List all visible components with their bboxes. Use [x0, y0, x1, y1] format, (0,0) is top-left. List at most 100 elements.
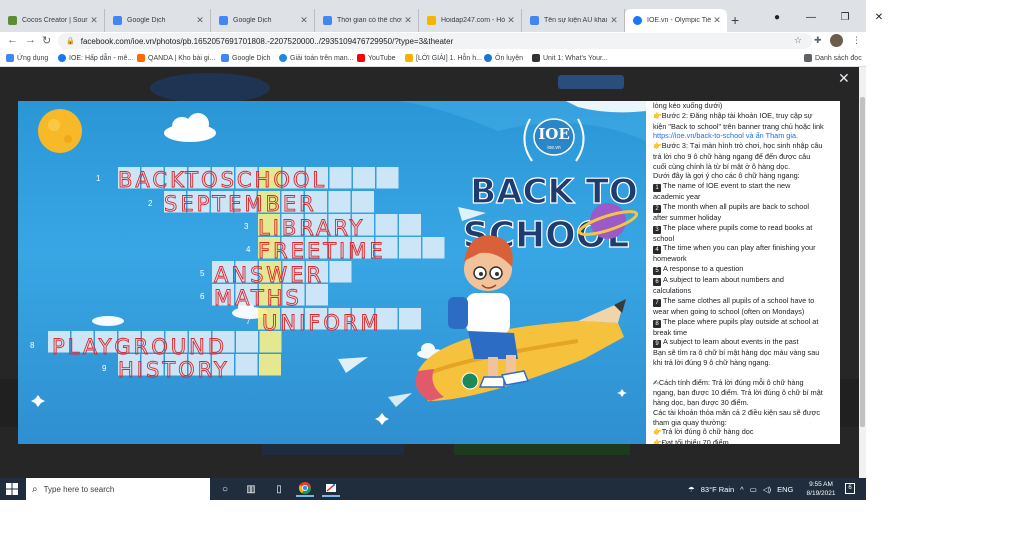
reload-icon[interactable]: ↻	[42, 34, 51, 47]
bookmark-ioe[interactable]: IOE: Hấp dẫn - mê...	[58, 54, 133, 62]
facebook-photo-theater: ✕ IOE ioe.vn BACK TO SCHOOL 1 2 3 4 5 6 …	[0, 67, 866, 478]
row-number: 9	[102, 364, 107, 373]
tab-ten-su-kien[interactable]: Tên sự kiện AU khai giả ✕	[522, 9, 625, 32]
row-number: 7	[246, 317, 251, 326]
reading-list-label: Danh sách đọc	[815, 54, 862, 62]
caption-line: khi trả lời đúng 9 ô chữ hàng ngang.	[653, 358, 834, 368]
bookmark-unit-1[interactable]: Unit 1: What's Your...	[532, 54, 608, 62]
network-icon[interactable]: ▭	[750, 485, 757, 494]
caption-link[interactable]: https://ioe.vn/back-to-school và ấn Tham…	[653, 131, 798, 140]
tab-cocos-creator[interactable]: Cocos Creator | Source ✕	[0, 9, 105, 32]
caption-text: ngang, bạn được 10 điểm. Trả lời đúng ô …	[653, 388, 823, 398]
close-tab-icon[interactable]: ✕	[402, 15, 414, 26]
caption-text: wear when going to school (often on Mond…	[653, 306, 805, 316]
tab-title: Cocos Creator | Source	[22, 17, 88, 24]
file-explorer-icon[interactable]: ▯	[270, 481, 288, 497]
weather-text[interactable]: 83°F Rain	[701, 485, 734, 494]
number-badge-icon: 6	[653, 278, 661, 286]
taskbar-search-box[interactable]: ⌕ Type here to search	[26, 478, 210, 500]
caption-line: 👉Bước 2: Đăng nhập tài khoản IOE, truy c…	[653, 111, 834, 122]
paint-app-icon[interactable]	[322, 481, 340, 497]
caption-text: khi trả lời đúng 9 ô chữ hàng ngang.	[653, 358, 771, 367]
google-favicon-icon	[323, 16, 332, 25]
weather-icon: ☂	[688, 484, 695, 494]
close-theater-icon[interactable]: ✕	[838, 70, 850, 87]
youtube-icon	[357, 54, 365, 62]
bookmark-on-luyen[interactable]: Ôn luyện	[484, 54, 523, 62]
close-tab-icon[interactable]: ✕	[711, 15, 723, 26]
reading-list-icon	[804, 54, 812, 62]
tab-title: Tên sự kiện AU khai giả	[544, 17, 608, 24]
crossword-cell	[399, 308, 421, 330]
caption-text: Các tài khoản thỏa mãn cả 2 điều kiện sa…	[653, 407, 821, 417]
caption-line: 7 The same clothes all pupils of a school…	[653, 296, 834, 307]
bookmark-google-dich[interactable]: Google Dịch	[221, 54, 271, 62]
close-window-icon[interactable]: ✕	[872, 12, 886, 23]
close-tab-icon[interactable]: ✕	[608, 15, 620, 26]
scrollbar-thumb[interactable]	[860, 97, 865, 427]
number-badge-icon: 9	[653, 340, 661, 349]
tab-google-dich-2[interactable]: Google Dịch ✕	[211, 9, 315, 32]
caption-line: 3 The place where pupils come to read boo…	[653, 223, 834, 234]
crossword-cell	[375, 214, 398, 236]
bookmark-label: Ôn luyện	[495, 54, 524, 62]
row-number: 6	[200, 292, 205, 301]
page-scrollbar[interactable]	[859, 67, 866, 478]
svg-text:ioe.vn: ioe.vn	[547, 145, 561, 151]
tab-hoidap247[interactable]: Hoidap247.com - Hỏi đ ✕	[419, 9, 522, 32]
post-photo[interactable]: IOE ioe.vn BACK TO SCHOOL 1 2 3 4 5 6 7 …	[18, 101, 646, 444]
caption-line: 👉Bước 3: Tại màn hình trò chơi, học sinh…	[653, 141, 834, 152]
minimize-icon[interactable]: —	[804, 12, 818, 23]
row-number: 3	[244, 222, 249, 231]
bookmark-loi-giai[interactable]: [LỜI GIẢI] 1. Hỗn h...	[405, 54, 482, 62]
caption-line: break time	[653, 328, 834, 338]
taskbar-clock[interactable]: 9:55 AM 8/19/2021	[800, 480, 842, 498]
tab-title: Thời gian có thể chơi s	[337, 17, 402, 24]
close-tab-icon[interactable]: ✕	[298, 15, 310, 26]
bookmark-star-icon[interactable]: ☆	[794, 35, 802, 46]
new-tab-button[interactable]: +	[731, 13, 739, 27]
pointing-hand-icon: 👉	[653, 440, 662, 444]
extensions-icon[interactable]: ✚	[814, 35, 822, 46]
back-to-school-crossword-image: IOE ioe.vn BACK TO SCHOOL 1 2 3 4 5 6 7 …	[18, 101, 646, 425]
bookmark-label: [LỜI GIẢI] 1. Hỗn h...	[416, 54, 482, 62]
google-translate-favicon-icon	[219, 16, 228, 25]
windows-start-icon[interactable]	[6, 483, 18, 495]
task-view-icon[interactable]: ▥	[242, 481, 260, 497]
browser-toolbar: ← → ↻ 🔒 facebook.com/ioe.vn/photos/pb.16…	[0, 32, 866, 50]
close-tab-icon[interactable]: ✕	[194, 15, 206, 26]
tab-thoi-gian[interactable]: Thời gian có thể chơi s ✕	[315, 9, 419, 32]
language-indicator[interactable]: ENG	[777, 485, 793, 494]
volume-icon[interactable]: ◁)	[763, 485, 771, 494]
facebook-favicon-icon	[633, 16, 642, 25]
bookmark-youtube[interactable]: YouTube	[357, 54, 396, 62]
answer-row-7: UNIFORM	[262, 311, 382, 335]
reading-list[interactable]: Danh sách đọc	[804, 54, 862, 62]
caption-text: A subject to learn about numbers and	[663, 275, 784, 284]
back-arrow-icon[interactable]: ←	[7, 34, 18, 46]
caption-line: academic year	[653, 192, 834, 202]
bookmark-apps[interactable]: Ứng dụng	[6, 54, 48, 62]
crossword-cell	[329, 261, 352, 283]
close-tab-icon[interactable]: ✕	[505, 15, 517, 26]
show-hidden-icons-icon[interactable]: ^	[740, 485, 744, 494]
cortana-icon[interactable]: ○	[216, 481, 234, 497]
close-tab-icon[interactable]: ✕	[88, 15, 100, 26]
caption-text: The same clothes all pupils of a school …	[663, 295, 815, 305]
tab-title: Google Dịch	[127, 17, 166, 24]
chrome-taskbar-icon[interactable]	[296, 481, 314, 497]
profile-avatar[interactable]	[830, 34, 843, 47]
restore-icon[interactable]: ❐	[838, 12, 852, 23]
notification-center-icon[interactable]: 6	[845, 483, 855, 494]
caption-text: Bạn sẽ tìm ra ô chữ bí mật hàng dọc màu …	[653, 348, 820, 358]
bookmark-giai-toan[interactable]: Giải toán trên man...	[279, 54, 353, 62]
address-bar[interactable]: 🔒 facebook.com/ioe.vn/photos/pb.16520576…	[58, 33, 812, 49]
apps-grid-icon	[6, 54, 14, 62]
tab-ioe-active[interactable]: IOE.vn - Olympic Tiếng ✕	[625, 9, 727, 32]
forward-arrow-icon[interactable]: →	[25, 34, 36, 46]
media-control-icon[interactable]: ●	[770, 12, 784, 23]
tab-google-dich-1[interactable]: Google Dịch ✕	[105, 9, 211, 32]
bookmark-qanda[interactable]: QANDA | Kho bài gi...	[137, 54, 215, 62]
caption-line: wear when going to school (often on Mond…	[653, 307, 834, 317]
menu-kebab-icon[interactable]: ⋮	[852, 35, 861, 46]
